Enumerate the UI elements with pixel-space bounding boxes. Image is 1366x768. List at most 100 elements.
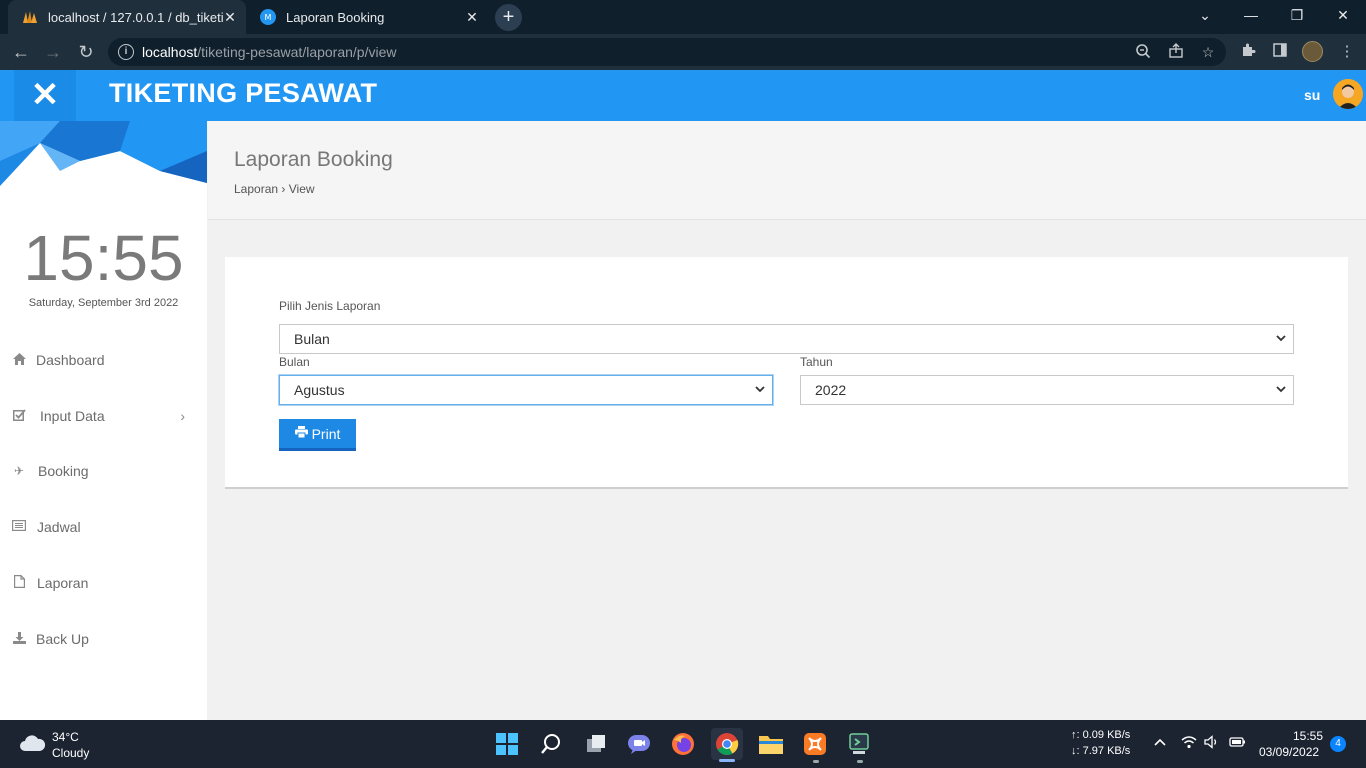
chevron-right-icon: › [180,408,185,424]
tahun-select[interactable]: 2022 [800,375,1294,405]
jenis-laporan-select[interactable]: Bulan [279,324,1294,354]
jenis-laporan-label: Pilih Jenis Laporan [279,299,381,313]
breadcrumb-view: View [288,182,315,196]
sidebar-date: Saturday, September 3rd 2022 [28,297,179,309]
url-text: localhost/tiketing-pesawat/laporan/p/vie… [142,44,397,60]
svg-text:M: M [265,13,272,22]
sidebar-item-laporan[interactable]: Laporan [0,567,207,599]
file-explorer-icon[interactable] [755,728,787,760]
close-sidebar-icon[interactable]: ✕ [14,70,76,121]
plane-icon: ✈ [13,464,25,478]
terminal-app-icon[interactable] [843,728,875,760]
weather-temperature[interactable]: 34°C [52,730,79,744]
user-avatar[interactable] [1333,79,1363,109]
tahun-value: 2022 [815,382,847,398]
reload-icon[interactable]: ↻ [74,40,98,64]
sidebar-item-label: Back Up [36,631,89,647]
volume-icon[interactable] [1204,735,1220,752]
home-icon [12,352,26,368]
breadcrumb-laporan[interactable]: Laporan [234,182,278,196]
teams-chat-icon[interactable] [623,728,655,760]
bookmark-star-icon[interactable]: ☆ [1199,43,1217,61]
sidebar-item-label: Jadwal [37,519,81,535]
username-label[interactable]: su [1304,87,1320,103]
upload-speed: ↑: 0.09 KB/s [1071,729,1131,741]
download-icon [12,631,26,647]
side-panel-icon[interactable] [1270,42,1290,62]
printer-icon [294,426,308,441]
site-info-icon[interactable]: i [118,44,134,60]
firefox-icon[interactable] [667,728,699,760]
bulan-label: Bulan [279,355,310,369]
minimize-button[interactable]: — [1228,0,1274,30]
page-title: Laporan Booking [234,148,393,171]
chevron-down-icon [1275,325,1287,364]
new-tab-button[interactable]: + [495,4,522,31]
phpmyadmin-icon [22,9,38,25]
breadcrumb: Laporan › View [234,182,315,196]
report-form-card: Pilih Jenis Laporan Bulan Bulan Agustus … [225,257,1348,489]
tab-title: Laporan Booking [286,9,385,25]
page-header: Laporan Booking Laporan › View [208,121,1366,220]
restore-button[interactable]: ❐ [1274,0,1320,30]
extensions-icon[interactable] [1238,42,1258,62]
chevron-down-icon [754,376,766,415]
clock-time[interactable]: 15:55 [1290,729,1323,743]
wifi-icon[interactable] [1181,735,1197,752]
cloud-icon[interactable] [18,733,46,753]
search-icon[interactable] [535,728,567,760]
list-icon [12,520,27,534]
window-close-button[interactable]: ✕ [1320,0,1366,30]
clock-date[interactable]: 03/09/2022 [1259,745,1319,759]
sidebar-item-dashboard[interactable]: Dashboard [0,344,207,376]
sidebar-item-booking[interactable]: ✈ Booking [0,455,207,487]
tab-search-icon[interactable]: ⌄ [1182,0,1228,30]
address-bar[interactable]: i localhost/tiketing-pesawat/laporan/p/v… [108,38,1226,66]
browser-toolbar: ← → ↻ i localhost/tiketing-pesawat/lapor… [0,34,1366,70]
battery-icon[interactable] [1228,735,1246,752]
check-square-icon [12,408,26,424]
sidebar-clock: 15:55 [23,222,184,294]
sidebar-item-label: Booking [38,463,89,479]
bulan-value: Agustus [294,382,345,398]
sidebar-item-jadwal[interactable]: Jadwal [0,511,207,543]
share-icon[interactable] [1167,43,1185,61]
jenis-laporan-value: Bulan [294,331,330,347]
tahun-label: Tahun [800,355,833,369]
profile-avatar[interactable] [1302,41,1323,62]
windows-taskbar: 34°C Cloudy ↑: 0.09 KB/s ↓: 7.97 KB/s 15… [0,720,1366,768]
sidebar-item-input-data[interactable]: Input Data › [0,400,207,432]
sidebar-item-back-up[interactable]: Back Up [0,623,207,655]
print-button[interactable]: Print [279,419,356,451]
running-app-indicator [857,760,863,763]
close-icon[interactable]: ✕ [464,9,480,25]
sidebar-item-label: Laporan [37,575,89,591]
tab-laporan-booking[interactable]: M Laporan Booking ✕ [246,0,488,34]
browser-tab-bar: localhost / 127.0.0.1 / db_tiketing ✕ M … [0,0,1366,34]
task-view-icon[interactable] [580,728,612,760]
start-icon[interactable] [491,728,523,760]
notification-badge[interactable]: 4 [1330,736,1346,752]
xampp-icon[interactable] [799,728,831,760]
running-app-indicator [813,760,819,763]
bulan-select[interactable]: Agustus [279,375,773,405]
site-favicon: M [260,9,276,25]
chrome-icon[interactable] [711,728,743,760]
breadcrumb-separator: › [281,182,286,196]
sidebar: 15:55 Saturday, September 3rd 2022 Dashb… [0,121,207,720]
file-icon [12,575,26,591]
print-button-label: Print [311,425,341,442]
close-icon[interactable]: ✕ [222,9,238,25]
sidebar-banner-graphic [0,121,207,191]
download-speed: ↓: 7.97 KB/s [1071,745,1131,757]
zoom-icon[interactable] [1134,43,1152,61]
chevron-up-icon[interactable] [1153,735,1167,752]
browser-menu-icon[interactable]: ⋮ [1337,42,1357,62]
sidebar-item-label: Input Data [40,408,105,424]
tab-title: localhost / 127.0.0.1 / db_tiketing [48,9,223,25]
active-app-indicator [719,759,735,762]
back-icon[interactable]: ← [9,40,33,64]
forward-icon[interactable]: → [41,40,65,64]
weather-description[interactable]: Cloudy [52,746,89,760]
tab-phpmyadmin[interactable]: localhost / 127.0.0.1 / db_tiketing ✕ [8,0,246,34]
